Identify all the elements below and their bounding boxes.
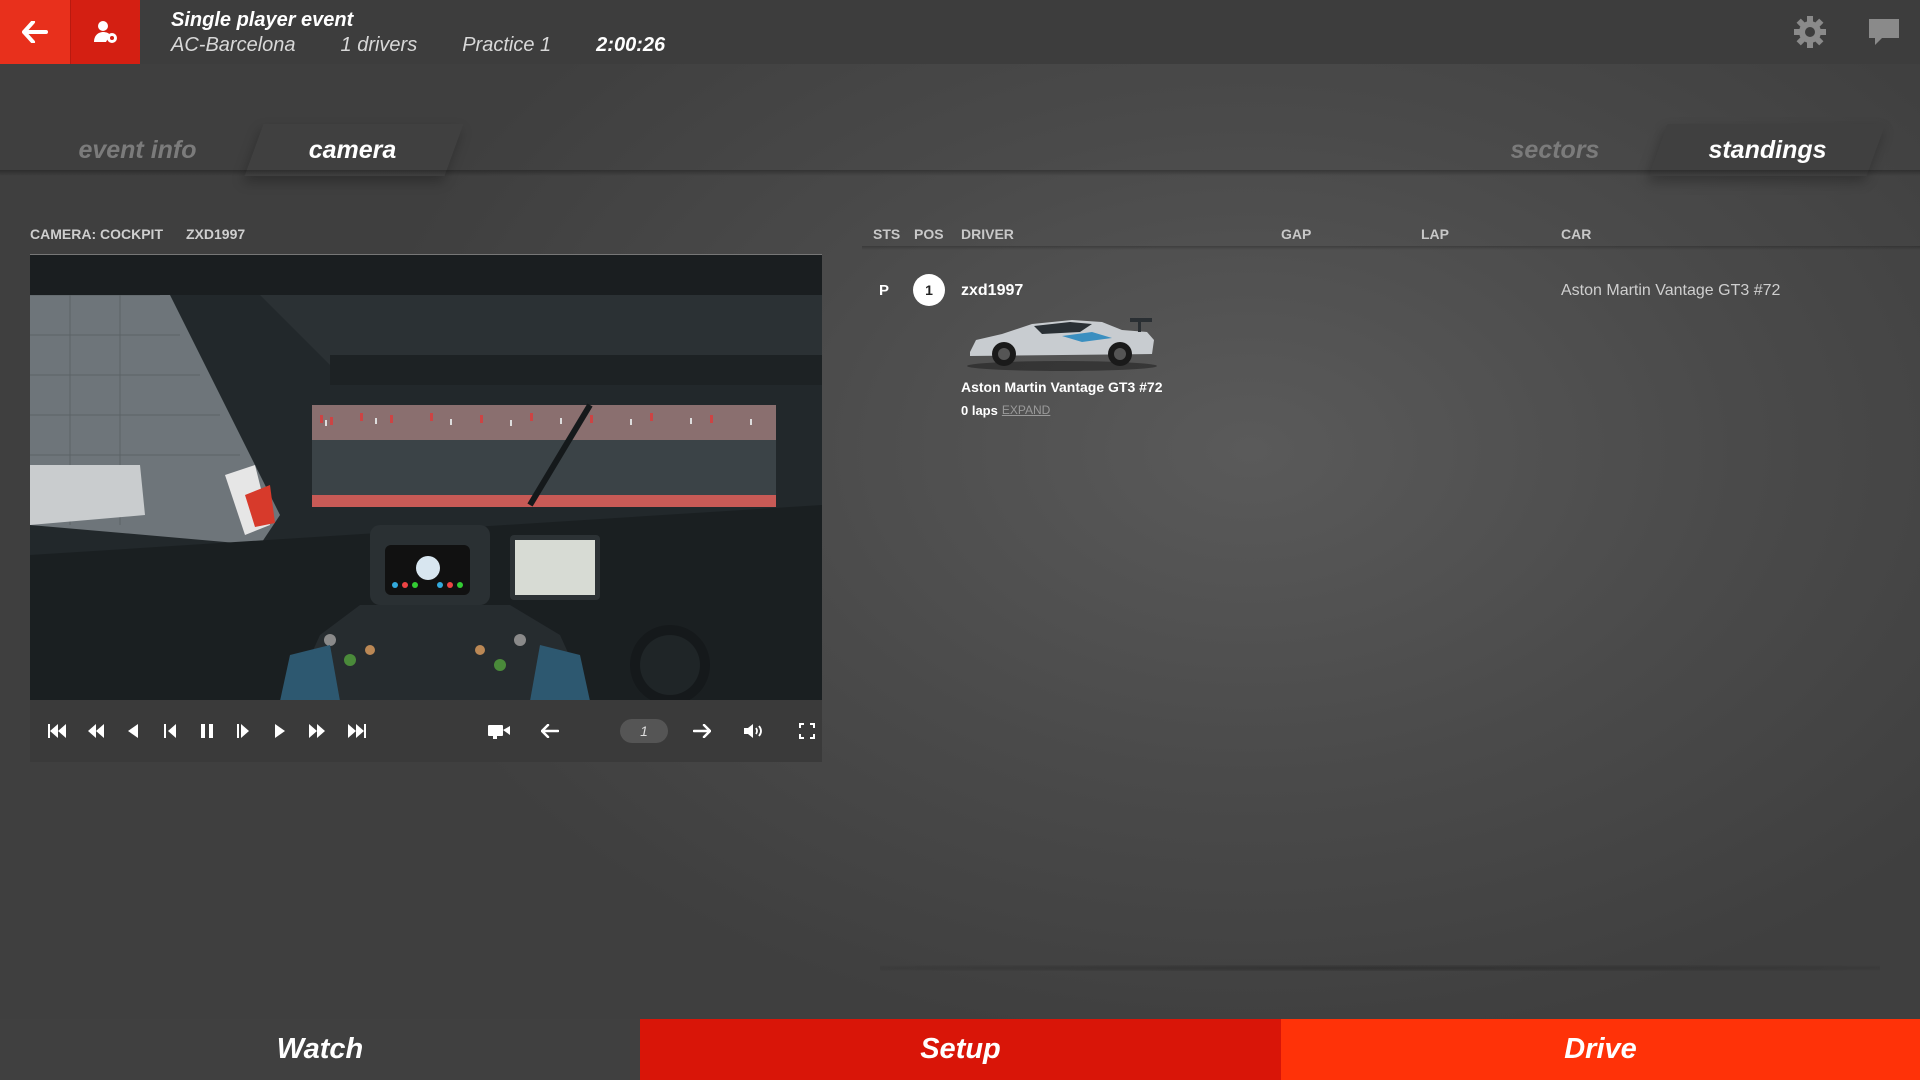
fast-rewind-button[interactable] [83, 718, 109, 744]
tab-divider [0, 170, 1920, 176]
back-button[interactable] [0, 0, 70, 64]
camera-button[interactable] [486, 718, 512, 744]
user-settings-button[interactable] [70, 0, 140, 64]
skip-start-button[interactable] [44, 718, 70, 744]
col-pos: POS [914, 226, 944, 242]
volume-button[interactable] [741, 718, 767, 744]
car-index-indicator: 1 [620, 719, 668, 743]
standings-header-divider [862, 246, 1920, 250]
tab-event-info[interactable]: event info [60, 124, 215, 176]
chat-icon [1869, 19, 1899, 45]
pause-button[interactable] [194, 718, 220, 744]
laps-count: 0 laps [961, 403, 998, 418]
pause-icon [201, 724, 213, 738]
play-icon [275, 724, 285, 738]
gear-icon [1794, 16, 1826, 48]
driver-count: 1 drivers [340, 34, 418, 56]
session-time: 2:00:26 [596, 34, 666, 56]
col-lap: LAP [1421, 226, 1449, 242]
track-name: AC-Barcelona [171, 34, 296, 56]
expand-link[interactable]: EXPAND [1002, 403, 1050, 418]
watch-button[interactable]: Watch [0, 1019, 640, 1080]
rewind-icon [128, 724, 138, 738]
camera-viewport[interactable] [30, 254, 822, 700]
camera-label: CAMERA: COCKPIT ZXD1997 [30, 226, 268, 242]
fast-forward-icon [309, 724, 325, 738]
race-car-image [967, 318, 1157, 371]
back-arrow-icon [22, 21, 48, 43]
col-car: CAR [1561, 226, 1592, 242]
event-meta: AC-Barcelona 1 drivers Practice 1 2:00:2… [171, 34, 710, 57]
step-forward-icon [237, 724, 249, 738]
event-title: Single player event [171, 9, 354, 31]
car-thumbnail [962, 312, 1162, 372]
fast-forward-button[interactable] [304, 718, 330, 744]
settings-button[interactable] [1792, 14, 1828, 50]
col-sts: STS [873, 226, 901, 242]
step-back-icon [164, 724, 176, 738]
fullscreen-icon [799, 723, 815, 739]
step-forward-button[interactable] [230, 718, 256, 744]
playback-controls: 1 [30, 700, 822, 762]
fullscreen-button[interactable] [794, 718, 820, 744]
col-gap: GAP [1281, 226, 1312, 242]
play-button[interactable] [267, 718, 293, 744]
laps-row: 0 laps EXPAND [961, 403, 1050, 418]
user-settings-icon [93, 21, 117, 43]
setup-button[interactable]: Setup [640, 1019, 1281, 1080]
skip-end-button[interactable] [344, 718, 370, 744]
step-back-button[interactable] [157, 718, 183, 744]
session-name: Practice 1 [462, 34, 552, 56]
row-position: 1 [913, 274, 945, 306]
skip-end-icon [348, 724, 366, 738]
arrow-left-icon [541, 724, 559, 738]
arrow-right-icon [693, 724, 711, 738]
fast-rewind-icon [88, 724, 104, 738]
camera-mode: CAMERA: COCKPIT [30, 226, 163, 242]
cockpit-view [30, 255, 822, 700]
tab-sectors[interactable]: sectors [1480, 124, 1630, 176]
camera-driver: ZXD1997 [186, 226, 246, 242]
volume-icon [744, 724, 762, 738]
top-bar: Single player event AC-Barcelona 1 drive… [0, 0, 1920, 64]
row-car: Aston Martin Vantage GT3 #72 [1561, 282, 1781, 299]
row-driver[interactable]: zxd1997 [961, 282, 1023, 300]
tab-standings[interactable]: standings [1680, 124, 1855, 176]
row-status: P [879, 282, 890, 299]
tab-camera[interactable]: camera [270, 124, 435, 176]
drive-button[interactable]: Drive [1281, 1019, 1920, 1080]
skip-start-icon [48, 724, 66, 738]
col-driver: DRIVER [961, 226, 1014, 242]
camera-icon [488, 725, 510, 739]
car-caption: Aston Martin Vantage GT3 #72 [961, 379, 1163, 395]
footer-shadow [880, 965, 1880, 971]
rewind-button[interactable] [120, 718, 146, 744]
tab-strip: event info camera sectors standings [0, 110, 1920, 176]
chat-button[interactable] [1866, 14, 1902, 50]
next-car-button[interactable] [689, 718, 715, 744]
prev-car-button[interactable] [537, 718, 563, 744]
